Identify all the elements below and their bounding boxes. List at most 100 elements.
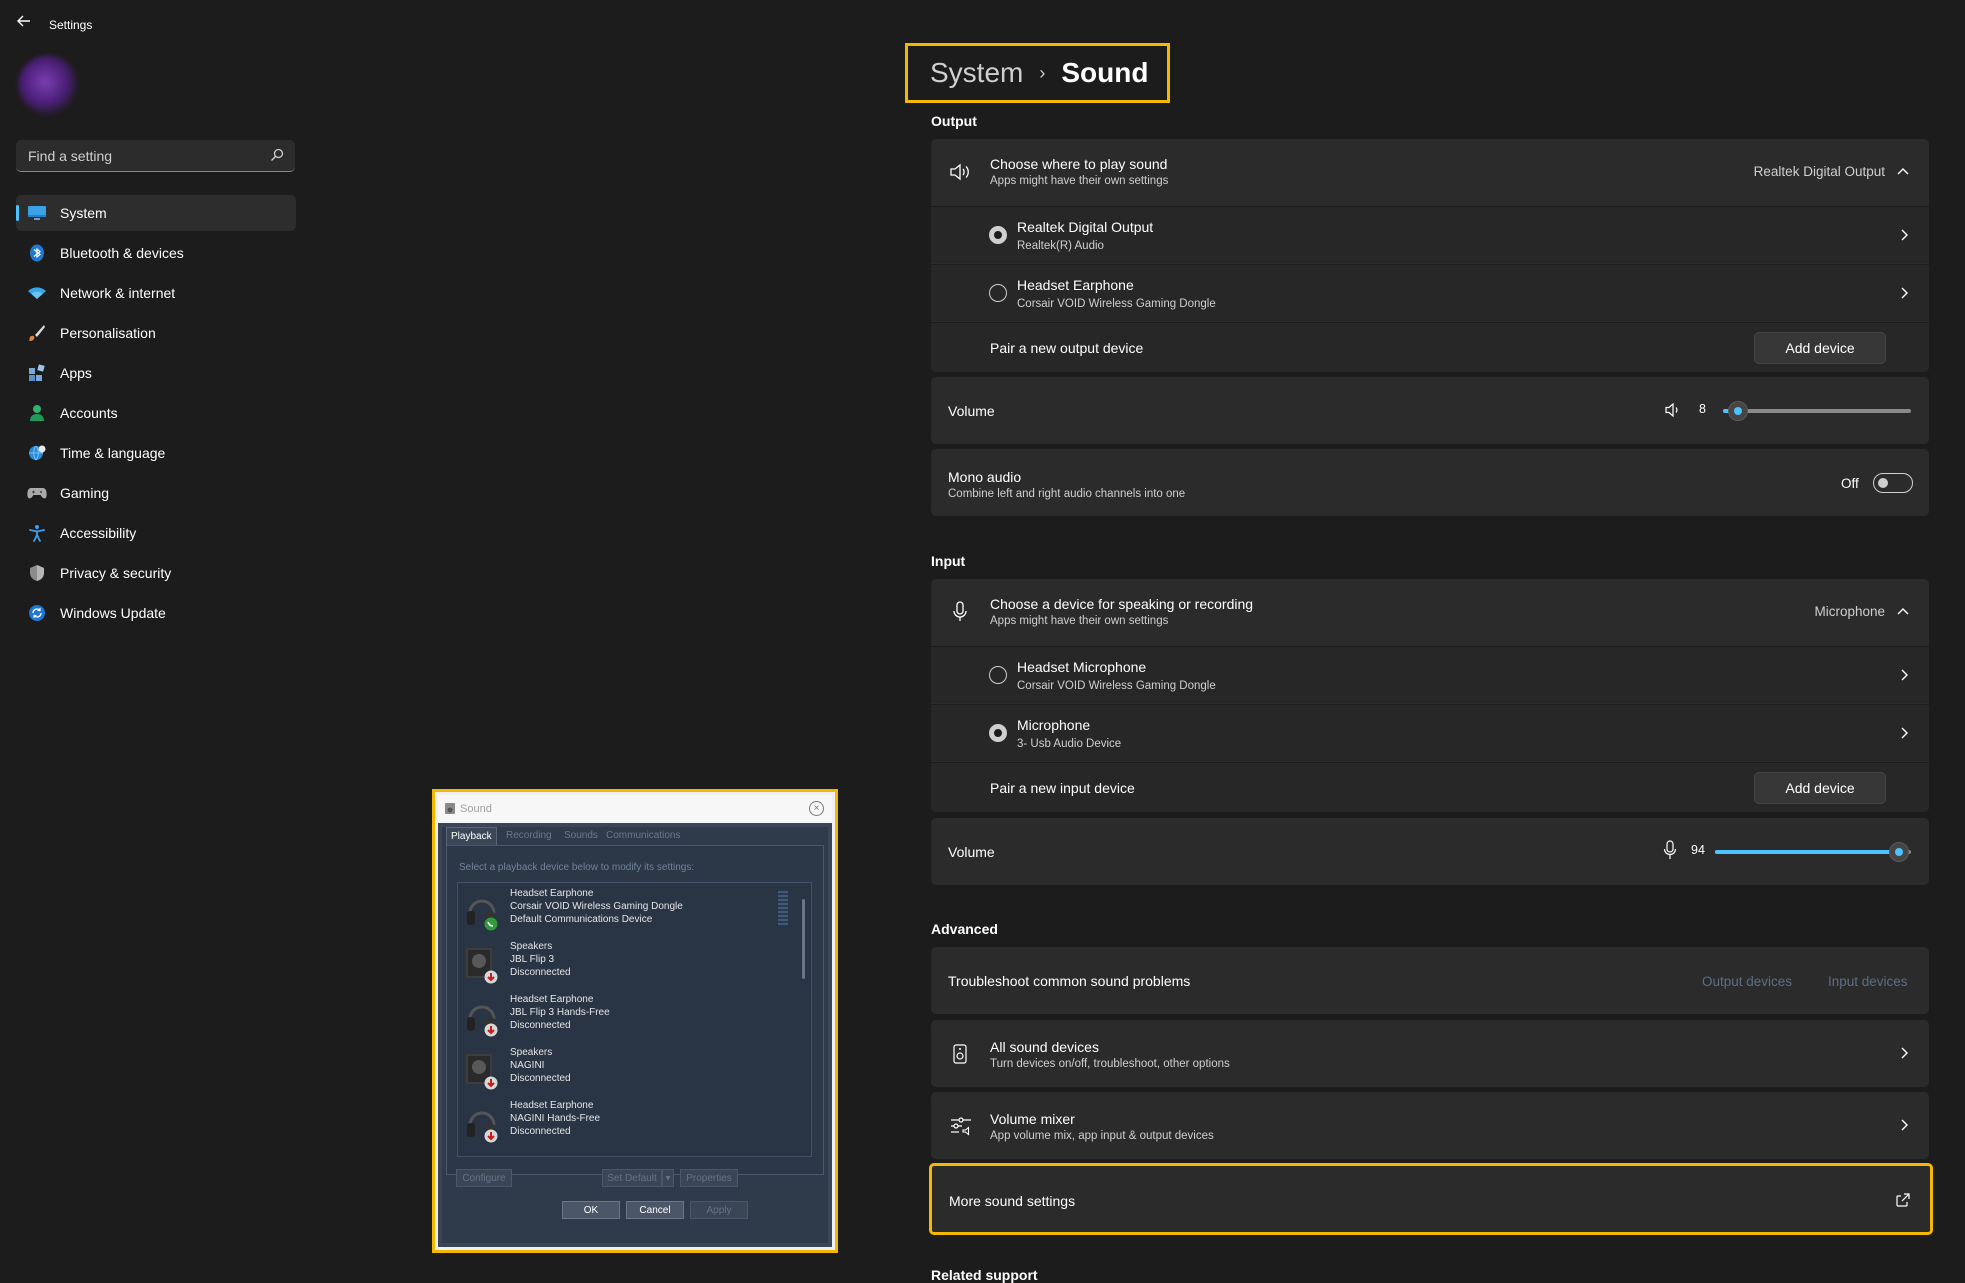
set-default-dropdown[interactable]: ▾ (662, 1169, 674, 1187)
gamepad-icon (26, 482, 48, 504)
advanced-section-label: Advanced (931, 921, 998, 937)
shield-icon (26, 562, 48, 584)
output-volume-slider[interactable] (1723, 401, 1911, 421)
sidebar-item-privacy[interactable]: Privacy & security (16, 555, 296, 591)
playback-device-list[interactable]: Headset Earphone Corsair VOID Wireless Ga… (457, 882, 812, 1157)
sidebar-item-bluetooth[interactable]: Bluetooth & devices (16, 235, 296, 271)
app-title: Settings (49, 18, 93, 32)
dialog-titlebar[interactable]: Sound × (438, 795, 832, 823)
output-device-radio[interactable] (989, 226, 1007, 244)
all-sound-devices-card[interactable]: All sound devices Turn devices on/off, t… (931, 1020, 1929, 1087)
output-device-name: Realtek Digital Output (1017, 219, 1154, 235)
cancel-button[interactable]: Cancel (626, 1201, 684, 1219)
sidebar-item-windows-update[interactable]: Windows Update (16, 595, 296, 631)
sidebar-item-system[interactable]: System (16, 195, 296, 231)
set-default-button[interactable]: Set Default (602, 1169, 662, 1187)
open-external-icon (1896, 1193, 1910, 1207)
add-output-device-button[interactable]: Add device (1754, 332, 1886, 364)
legacy-sound-dialog: Sound × Playback Recording Sounds Commun… (432, 789, 838, 1253)
output-device-row[interactable]: Realtek Digital Output Realtek(R) Audio (931, 206, 1929, 263)
search-box[interactable] (16, 140, 295, 172)
microphone-icon[interactable] (1663, 840, 1677, 860)
output-device-row[interactable]: Headset Earphone Corsair VOID Wireless G… (931, 264, 1929, 321)
chevron-up-icon[interactable] (1897, 607, 1909, 615)
volume-mixer-card[interactable]: Volume mixer App volume mix, app input &… (931, 1092, 1929, 1159)
speaker-box-icon (466, 948, 498, 984)
mono-audio-toggle[interactable] (1873, 473, 1913, 493)
properties-button[interactable]: Properties (680, 1169, 738, 1187)
list-item[interactable]: Headset Earphone Corsair VOID Wireless Ga… (464, 887, 794, 937)
dialog-frame: Sound × Playback Recording Sounds Commun… (438, 795, 832, 1247)
search-icon[interactable] (269, 147, 285, 163)
back-button[interactable] (14, 14, 34, 34)
tab-communications[interactable]: Communications (602, 827, 684, 845)
list-item[interactable]: Speakers NAGINI Disconnected (464, 1046, 794, 1096)
wifi-icon (26, 282, 48, 304)
device-text: Headset Earphone NAGINI Hands-Free Disconn… (510, 1099, 600, 1138)
sidebar-item-accounts[interactable]: Accounts (16, 395, 296, 431)
list-item[interactable]: Headset Earphone NAGINI Hands-Free Disconn… (464, 1099, 794, 1149)
mixer-icon (951, 1117, 971, 1136)
globe-clock-icon (26, 442, 48, 464)
sidebar-item-network[interactable]: Network & internet (16, 275, 296, 311)
device-model: JBL Flip 3 (510, 954, 555, 965)
apply-button[interactable]: Apply (690, 1201, 748, 1219)
troubleshoot-output-devices-link[interactable]: Output devices (1702, 974, 1792, 989)
sidebar-item-time-language[interactable]: Time & language (16, 435, 296, 471)
sidebar-item-personalisation[interactable]: Personalisation (16, 315, 296, 351)
choose-output-header[interactable]: Choose where to play sound Apps might ha… (931, 139, 1929, 205)
ok-button[interactable]: OK (562, 1201, 620, 1219)
dialog-title: Sound (460, 803, 492, 815)
input-volume-slider[interactable] (1715, 842, 1911, 862)
breadcrumb-parent[interactable]: System (930, 57, 1023, 89)
tab-recording[interactable]: Recording (502, 827, 556, 845)
input-section-label: Input (931, 553, 966, 569)
avatar[interactable] (18, 55, 78, 115)
breadcrumb-separator: › (1039, 62, 1046, 83)
add-input-device-button[interactable]: Add device (1754, 772, 1886, 804)
sidebar-item-gaming[interactable]: Gaming (16, 475, 296, 511)
input-device-radio[interactable] (989, 724, 1007, 742)
list-item[interactable]: Speakers JBL Flip 3 Disconnected (464, 940, 794, 990)
configure-button[interactable]: Configure (456, 1169, 512, 1187)
chevron-right-icon (1901, 1119, 1908, 1131)
sidebar-item-apps[interactable]: Apps (16, 355, 296, 391)
volume-mixer-title: Volume mixer (990, 1111, 1075, 1127)
apps-icon (26, 362, 48, 384)
sidebar-item-accessibility[interactable]: Accessibility (16, 515, 296, 551)
device-name: Headset Earphone (510, 1100, 594, 1111)
monitor-icon (26, 202, 48, 224)
input-volume-card: Volume 94 (931, 818, 1929, 885)
input-device-radio[interactable] (989, 666, 1007, 684)
speaker-low-icon[interactable] (1665, 403, 1681, 417)
related-support-label: Related support (931, 1267, 1038, 1283)
device-name: Headset Earphone (510, 888, 594, 899)
tab-sounds[interactable]: Sounds (560, 827, 602, 845)
choose-input-header[interactable]: Choose a device for speaking or recordin… (931, 579, 1929, 645)
list-item[interactable]: Headset Earphone JBL Flip 3 Hands-Free Dis… (464, 993, 794, 1043)
input-volume-thumb[interactable] (1889, 842, 1909, 862)
speaker-box-icon (466, 1054, 498, 1090)
speaker-app-icon (445, 803, 455, 814)
output-volume-thumb[interactable] (1728, 401, 1748, 421)
input-device-row[interactable]: Microphone 3- Usb Audio Device (931, 704, 1929, 761)
output-device-sub: Corsair VOID Wireless Gaming Dongle (1017, 298, 1216, 310)
all-sound-devices-title: All sound devices (990, 1039, 1099, 1055)
list-scrollbar[interactable] (802, 899, 805, 979)
more-sound-settings-card[interactable]: More sound settings (929, 1163, 1933, 1235)
sidebar-item-label: System (60, 205, 107, 221)
input-device-name: Microphone (1017, 717, 1091, 733)
output-volume-label: Volume (948, 403, 995, 419)
sidebar-nav: System Bluetooth & devices Network & int… (16, 195, 296, 635)
input-device-sub: 3- Usb Audio Device (1017, 738, 1122, 750)
pair-output-label: Pair a new output device (990, 340, 1144, 356)
dialog-close-button[interactable]: × (809, 801, 824, 816)
search-input[interactable] (26, 140, 260, 172)
device-status: Default Communications Device (510, 914, 653, 925)
output-device-radio[interactable] (989, 284, 1007, 302)
troubleshoot-input-devices-link[interactable]: Input devices (1828, 974, 1908, 989)
input-device-row[interactable]: Headset Microphone Corsair VOID Wireless… (931, 646, 1929, 703)
chevron-up-icon[interactable] (1897, 167, 1909, 175)
tab-playback[interactable]: Playback (446, 827, 497, 846)
chevron-right-icon (1901, 229, 1908, 241)
